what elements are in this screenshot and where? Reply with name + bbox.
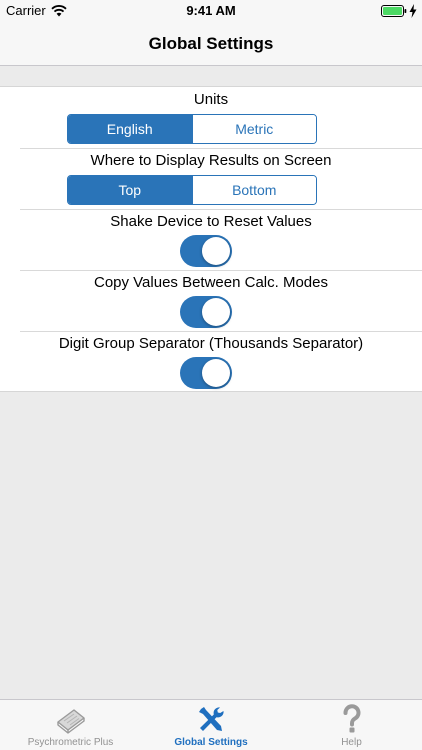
charging-bolt-icon (409, 4, 417, 18)
display-results-segmented-control: Top Bottom (67, 175, 317, 205)
tab-label: Global Settings (174, 737, 248, 748)
units-english-segment[interactable]: English (68, 115, 192, 143)
divider (20, 209, 422, 210)
page-title: Global Settings (148, 34, 274, 53)
copy-values-toggle[interactable] (180, 296, 232, 328)
tab-label: Psychrometric Plus (27, 737, 114, 748)
question-icon (343, 704, 360, 733)
status-bar: Carrier 9:41 AM (0, 0, 422, 22)
battery-icon (381, 5, 407, 17)
shake-reset-toggle[interactable] (180, 235, 232, 267)
navigation-bar: Global Settings (0, 22, 422, 66)
toggle-knob (202, 237, 230, 265)
settings-list: Units English Metric Where to Display Re… (0, 86, 422, 392)
tab-psychrometric-plus[interactable]: Psychrometric Plus (0, 700, 141, 750)
digit-separator-toggle[interactable] (180, 357, 232, 389)
digit-separator-label: Digit Group Separator (Thousands Separat… (58, 335, 364, 352)
units-metric-segment[interactable]: Metric (191, 115, 316, 143)
tab-label: Help (341, 737, 362, 748)
units-segmented-control: English Metric (67, 114, 317, 144)
tab-bar: Psychrometric Plus Global Settings Help (0, 699, 422, 750)
display-bottom-segment[interactable]: Bottom (191, 176, 316, 204)
book-icon (56, 709, 85, 734)
copy-values-label: Copy Values Between Calc. Modes (93, 274, 328, 291)
toggle-knob (202, 298, 230, 326)
divider (20, 148, 422, 149)
shake-reset-label: Shake Device to Reset Values (110, 213, 312, 230)
display-results-label: Where to Display Results on Screen (90, 152, 332, 169)
divider (20, 331, 422, 332)
toggle-knob (202, 359, 230, 387)
units-label: Units (193, 91, 229, 108)
display-top-segment[interactable]: Top (68, 176, 192, 204)
clock-time: 9:41 AM (186, 3, 236, 18)
tab-global-settings[interactable]: Global Settings (141, 700, 281, 750)
tools-icon (199, 707, 224, 731)
divider (20, 270, 422, 271)
tab-help[interactable]: Help (281, 700, 422, 750)
